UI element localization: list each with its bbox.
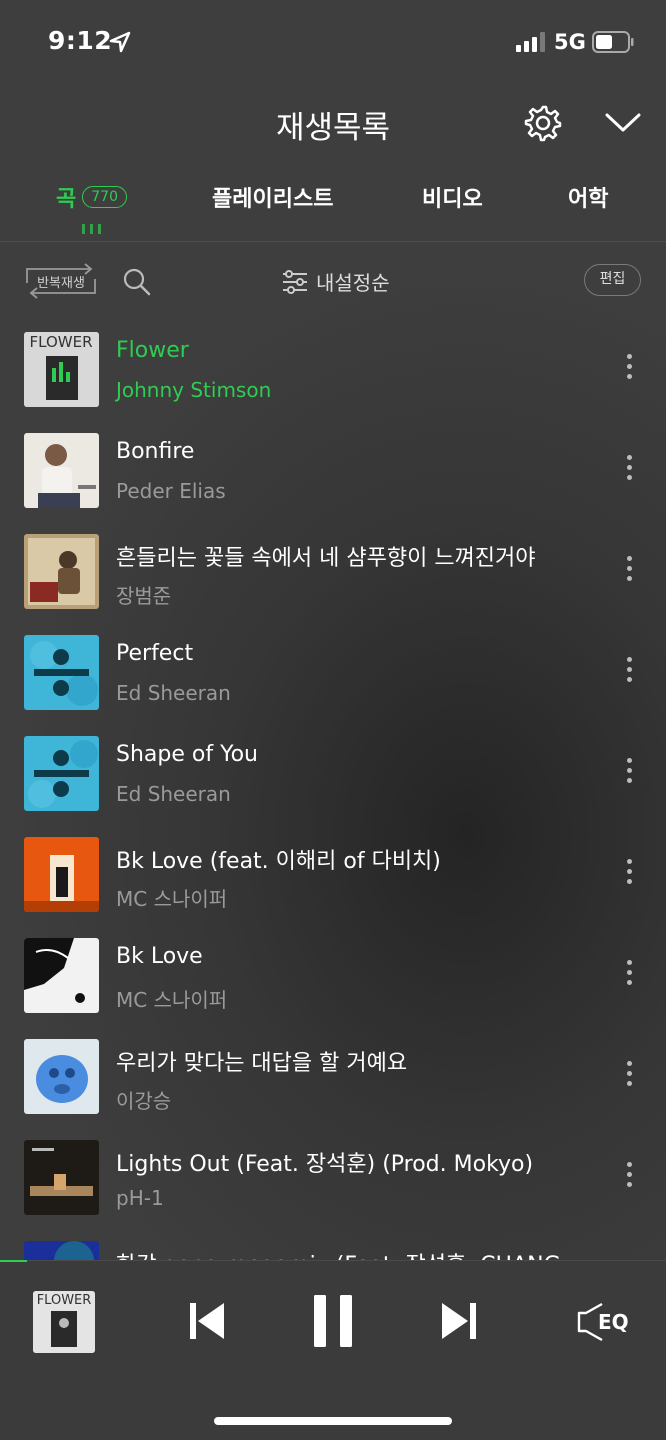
track-artist: MC 스나이퍼 bbox=[116, 988, 228, 1012]
album-cover bbox=[24, 1241, 99, 1260]
more-options-icon[interactable] bbox=[618, 859, 640, 891]
track-title: Bonfire bbox=[116, 439, 195, 464]
song-count-badge: 770 bbox=[82, 186, 127, 208]
repeat-label: 반복재생 bbox=[37, 276, 85, 291]
track-title: Perfect bbox=[116, 641, 194, 666]
track-title: Lights Out (Feat. 장석훈) (Prod. Mokyo) bbox=[116, 1152, 534, 1177]
track-row[interactable]: 한강 gang megamix (Feat. 장석훈, CHANG bbox=[0, 1239, 666, 1260]
track-artist: Peder Elias bbox=[116, 479, 226, 503]
album-cover bbox=[24, 534, 99, 609]
tab-bar: 곡 770 플레이리스트 비디오 어학 bbox=[0, 175, 666, 241]
more-options-icon[interactable] bbox=[618, 758, 640, 790]
track-title: 우리가 맞다는 대답을 할 거예요 bbox=[116, 1051, 408, 1076]
gear-icon[interactable] bbox=[524, 104, 562, 142]
album-cover: FLOWER bbox=[24, 332, 99, 407]
page-title: 재생목록 bbox=[275, 110, 391, 146]
divider bbox=[0, 241, 666, 242]
track-artist: 이강승 bbox=[116, 1089, 172, 1113]
more-options-icon[interactable] bbox=[618, 657, 640, 689]
track-row[interactable]: Perfect Ed Sheeran bbox=[0, 633, 666, 713]
pause-icon[interactable] bbox=[312, 1293, 354, 1349]
tab-language[interactable]: 어학 bbox=[568, 181, 608, 213]
track-artist: Ed Sheeran bbox=[116, 782, 231, 806]
track-title: Shape of You bbox=[116, 742, 259, 767]
track-artist: MC 스나이퍼 bbox=[116, 887, 228, 911]
album-cover bbox=[24, 938, 99, 1013]
location-arrow-icon bbox=[109, 31, 131, 53]
search-icon[interactable] bbox=[122, 267, 152, 297]
album-cover bbox=[24, 1140, 99, 1215]
list-toolbar: 반복재생 내설정순 편집 bbox=[0, 255, 666, 307]
album-cover bbox=[24, 433, 99, 508]
more-options-icon[interactable] bbox=[618, 1061, 640, 1093]
more-options-icon[interactable] bbox=[618, 354, 640, 386]
track-row[interactable]: Lights Out (Feat. 장석훈) (Prod. Mokyo) pH-… bbox=[0, 1138, 666, 1218]
track-row[interactable]: 우리가 맞다는 대답을 할 거예요 이강승 bbox=[0, 1037, 666, 1117]
more-options-icon[interactable] bbox=[618, 960, 640, 992]
more-options-icon[interactable] bbox=[618, 556, 640, 588]
track-title: Bk Love (feat. 이해리 of 다비치) bbox=[116, 849, 441, 874]
status-bar: 9:12 5G bbox=[0, 0, 666, 86]
mini-cover-logo-text: FLOWER bbox=[37, 1293, 92, 1308]
signal-icon bbox=[516, 32, 545, 52]
next-track-icon[interactable] bbox=[440, 1301, 478, 1341]
tab-songs-label: 곡 bbox=[56, 187, 77, 212]
track-title: 한강 gang megamix (Feat. 장석훈, CHANG bbox=[116, 1247, 561, 1260]
track-row[interactable]: Bonfire Peder Elias bbox=[0, 431, 666, 511]
tab-playlists[interactable]: 플레이리스트 bbox=[212, 181, 333, 213]
tab-video[interactable]: 비디오 bbox=[422, 181, 483, 213]
sliders-icon bbox=[283, 269, 307, 294]
mini-player: FLOWER EQ bbox=[0, 1260, 666, 1440]
track-row[interactable]: Bk Love MC 스나이퍼 bbox=[0, 936, 666, 1016]
track-row[interactable]: FLOWER Flower Johnny Stimson bbox=[0, 330, 666, 410]
track-title: 흔들리는 꽃들 속에서 네 샴푸향이 느껴진거야 bbox=[116, 546, 536, 571]
playback-progress-bar[interactable] bbox=[0, 1260, 27, 1262]
track-title: Bk Love bbox=[116, 944, 203, 969]
repeat-button[interactable]: 반복재생 bbox=[24, 261, 98, 301]
album-cover bbox=[24, 635, 99, 710]
album-cover bbox=[24, 837, 99, 912]
tab-active-indicator bbox=[82, 224, 101, 234]
track-artist: pH-1 bbox=[116, 1186, 164, 1210]
album-cover bbox=[24, 1039, 99, 1114]
cover-logo-text: FLOWER bbox=[30, 333, 93, 351]
battery-icon bbox=[592, 31, 634, 53]
edit-button[interactable]: 편집 bbox=[584, 264, 641, 296]
track-row[interactable]: Bk Love (feat. 이해리 of 다비치) MC 스나이퍼 bbox=[0, 835, 666, 915]
more-options-icon[interactable] bbox=[618, 1162, 640, 1194]
eq-button[interactable]: EQ bbox=[576, 1301, 634, 1343]
track-title: Flower bbox=[116, 338, 189, 363]
network-label: 5G bbox=[554, 30, 586, 54]
previous-track-icon[interactable] bbox=[188, 1301, 226, 1341]
status-time: 9:12 bbox=[48, 26, 113, 55]
sort-label: 내설정순 bbox=[316, 271, 390, 295]
sort-button[interactable]: 내설정순 bbox=[282, 267, 390, 296]
eq-label: EQ bbox=[598, 1310, 629, 1334]
more-options-icon[interactable] bbox=[618, 455, 640, 487]
track-list: FLOWER Flower Johnny Stimson Bonfire Ped… bbox=[0, 330, 666, 1260]
album-cover bbox=[24, 736, 99, 811]
now-playing-cover[interactable]: FLOWER bbox=[33, 1291, 95, 1353]
track-artist: 장범준 bbox=[116, 584, 172, 608]
track-row[interactable]: 흔들리는 꽃들 속에서 네 샴푸향이 느껴진거야 장범준 bbox=[0, 532, 666, 612]
chevron-down-icon[interactable] bbox=[604, 110, 642, 136]
track-row[interactable]: Shape of You Ed Sheeran bbox=[0, 734, 666, 814]
tab-songs[interactable]: 곡 770 bbox=[56, 181, 127, 213]
track-artist: Ed Sheeran bbox=[116, 681, 231, 705]
track-artist: Johnny Stimson bbox=[116, 378, 272, 402]
home-indicator[interactable] bbox=[214, 1417, 452, 1425]
